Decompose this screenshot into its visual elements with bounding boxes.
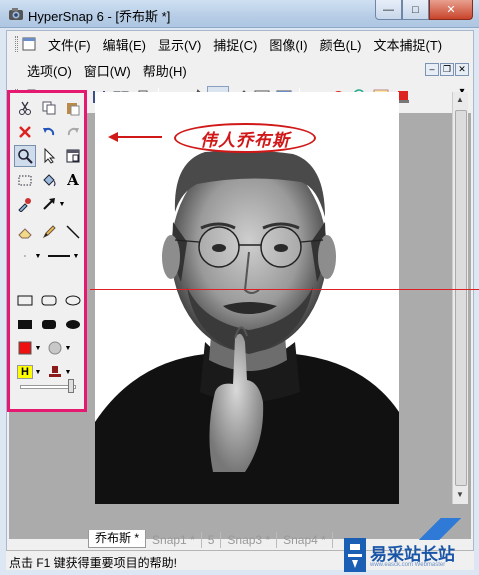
tab-5[interactable]: 5 <box>202 532 222 548</box>
menu-help[interactable]: 帮助(H) <box>137 61 193 80</box>
redo-icon[interactable] <box>62 121 84 143</box>
status-text: 点击 F1 键获得重要项目的帮助! <box>9 556 178 570</box>
watermark-stripe <box>400 518 479 540</box>
minimize-button[interactable]: — <box>375 0 402 20</box>
site-watermark: 易采站长站 www.easck.com Webmaster <box>340 518 479 575</box>
text-tool-label: A <box>67 171 79 189</box>
tab-snap1[interactable]: Snap1 * <box>146 532 202 548</box>
pipette-icon[interactable] <box>14 193 36 215</box>
arrow-tool-icon[interactable] <box>38 193 60 215</box>
rect-select-icon[interactable] <box>14 169 36 191</box>
undo-icon[interactable] <box>38 121 60 143</box>
line-width-icon[interactable] <box>44 245 74 267</box>
mdi-restore-button[interactable]: ❐ <box>440 63 454 76</box>
scroll-up-icon[interactable]: ▲ <box>456 95 464 104</box>
menu-image[interactable]: 图像(I) <box>263 35 313 54</box>
red-color-icon[interactable] <box>14 337 36 359</box>
tab-snap4[interactable]: Snap4 * <box>277 532 333 548</box>
filled-ellipse-icon[interactable] <box>62 313 84 335</box>
vertical-scrollbar[interactable]: ▲ ▼ <box>452 92 468 504</box>
highlight-icon[interactable]: H <box>14 361 36 383</box>
fill-icon[interactable] <box>38 169 60 191</box>
scroll-down-icon[interactable]: ▼ <box>456 490 464 499</box>
hypersnap-app-icon[interactable] <box>8 6 24 22</box>
eraser-icon[interactable] <box>14 221 36 243</box>
filled-rounded-rect-icon[interactable] <box>38 313 60 335</box>
window-title: HyperSnap 6 - [乔布斯 *] <box>28 9 171 24</box>
gray-color-icon[interactable] <box>44 337 66 359</box>
paste-icon[interactable] <box>62 97 84 119</box>
select-icon[interactable] <box>38 145 60 167</box>
scroll-thumb[interactable] <box>455 110 467 486</box>
filled-rect-icon[interactable] <box>14 313 36 335</box>
tab-qiaobusi[interactable]: 乔布斯 * <box>88 530 147 548</box>
highlight-dropdown-icon[interactable]: ▼ <box>34 361 42 383</box>
menu-window[interactable]: 窗口(W) <box>78 61 137 80</box>
ellipse-icon[interactable] <box>62 289 84 311</box>
line-width-dropdown-icon[interactable]: ▼ <box>72 245 80 267</box>
crop-icon[interactable] <box>62 145 84 167</box>
rectangle-icon[interactable] <box>14 289 36 311</box>
menu-bar-row-1: 文件(F) 编辑(E) 显示(V) 捕捉(C) 图像(I) 颜色(L) 文本捕捉… <box>15 33 448 55</box>
delete-icon[interactable] <box>14 121 36 143</box>
line-icon[interactable] <box>62 221 84 243</box>
mdi-controls: – ❐ ✕ <box>425 63 469 76</box>
title-bar: HyperSnap 6 - [乔布斯 *] — □ ✕ <box>0 0 479 28</box>
document-icon[interactable] <box>22 37 36 51</box>
menu-file[interactable]: 文件(F) <box>42 35 97 54</box>
image-canvas[interactable] <box>95 92 399 504</box>
fill-color-dropdown-icon[interactable]: ▼ <box>64 337 72 359</box>
color-dropdown-icon[interactable]: ▼ <box>34 337 42 359</box>
menu-grip[interactable] <box>15 36 18 52</box>
line-style-icon[interactable] <box>14 245 36 267</box>
copy-icon[interactable] <box>38 97 60 119</box>
close-button[interactable]: ✕ <box>429 0 473 20</box>
menu-color[interactable]: 颜色(L) <box>314 35 368 54</box>
menu-text-capture[interactable]: 文本捕捉(T) <box>368 35 449 54</box>
annotation-caption: 伟人乔布斯 <box>174 123 316 153</box>
steve-jobs-photo <box>95 92 399 504</box>
mdi-close-button[interactable]: ✕ <box>455 63 469 76</box>
annotation-arrow <box>108 132 162 142</box>
watermark-logo-icon <box>344 538 366 572</box>
arrow-dropdown-icon[interactable]: ▼ <box>58 193 66 215</box>
zoom-icon[interactable] <box>14 145 36 167</box>
text-icon[interactable]: A <box>62 169 84 191</box>
menu-bar-row-2: 选项(O) 窗口(W) 帮助(H) <box>15 59 193 81</box>
menu-capture[interactable]: 捕捉(C) <box>207 35 263 54</box>
mdi-minimize-button[interactable]: – <box>425 63 439 76</box>
line-style-dropdown-icon[interactable]: ▼ <box>34 245 42 267</box>
stamp-icon[interactable] <box>44 361 66 383</box>
rounded-rect-icon[interactable] <box>38 289 60 311</box>
highlight-label: H <box>17 365 33 379</box>
watermark-subtext: www.easck.com Webmaster <box>370 562 446 568</box>
document-tabs: 乔布斯 * Snap1 * 5 Snap3 * Snap4 * <box>88 530 333 548</box>
opacity-slider-thumb[interactable] <box>68 379 74 393</box>
pencil-icon[interactable] <box>38 221 60 243</box>
drawing-palette: A ▼ ▼ ▼ ▼ ▼ H ▼ ▼ <box>7 90 87 412</box>
cut-icon[interactable] <box>14 97 36 119</box>
menu-options[interactable]: 选项(O) <box>15 61 78 80</box>
red-guide-line <box>90 289 479 290</box>
tab-snap3[interactable]: Snap3 * <box>221 532 278 548</box>
menu-view[interactable]: 显示(V) <box>152 35 207 54</box>
maximize-button[interactable]: □ <box>402 0 429 20</box>
menu-edit[interactable]: 编辑(E) <box>97 35 152 54</box>
